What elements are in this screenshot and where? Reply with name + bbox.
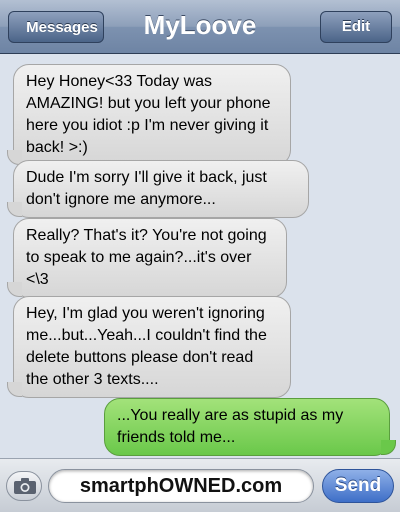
message-thread: Hey Honey<33 Today was AMAZING! but you … [0,54,400,458]
outgoing-message-bubble: ...You really are as stupid as my friend… [104,398,396,456]
camera-button[interactable] [6,471,42,501]
edit-button[interactable]: Edit [320,11,392,43]
camera-icon [14,478,36,494]
send-button[interactable]: Send [322,469,394,503]
incoming-message-bubble: Really? That's it? You're not going to s… [7,218,287,298]
incoming-message-bubble: Hey Honey<33 Today was AMAZING! but you … [7,64,291,166]
message-input[interactable]: smartphOWNED.com [48,469,314,503]
incoming-message-bubble: Dude I'm sorry I'll give it back, just d… [7,160,309,218]
incoming-message-bubble: Hey, I'm glad you weren't ignoring me...… [7,296,291,398]
navigation-bar: Messages MyLoove Edit [0,0,400,54]
message-composer: smartphOWNED.com Send [0,458,400,512]
